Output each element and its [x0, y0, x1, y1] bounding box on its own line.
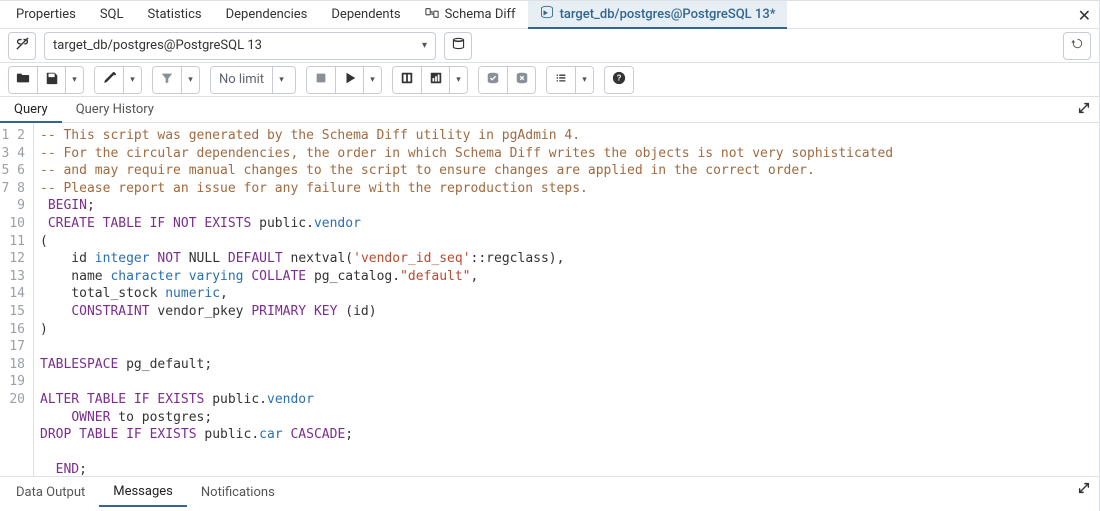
new-connection-button[interactable] — [444, 32, 472, 60]
edit-button[interactable] — [95, 67, 123, 93]
limit-label-area: No limit — [211, 67, 272, 93]
chevron-down-icon: ▾ — [188, 75, 193, 85]
explain-analyze-button[interactable] — [421, 67, 449, 93]
stop-button[interactable] — [307, 67, 335, 93]
expand-icon — [1077, 104, 1091, 119]
output-tabs: Data Output Messages Notifications — [0, 477, 1099, 507]
commit-button[interactable] — [479, 67, 507, 93]
folder-icon — [16, 71, 30, 89]
tab-label: target_db/postgres@PostgreSQL 13* — [560, 7, 776, 22]
tab-query-tool[interactable]: target_db/postgres@PostgreSQL 13* — [528, 1, 788, 29]
tab-label: Notifications — [201, 485, 275, 500]
sql-editor[interactable]: 1 2 3 4 5 6 7 8 9 10 11 12 13 14 15 16 1… — [0, 123, 1099, 477]
tab-label: Data Output — [16, 485, 85, 500]
execute-menu[interactable]: ▾ — [363, 67, 381, 93]
tx-group — [478, 66, 536, 94]
limit-dropdown[interactable]: No limit ▾ — [210, 66, 296, 94]
line-gutter: 1 2 3 4 5 6 7 8 9 10 11 12 13 14 15 16 1… — [0, 123, 34, 476]
connection-label: target_db/postgres@PostgreSQL 13 — [53, 38, 262, 53]
limit-label: No limit — [219, 72, 264, 87]
rollback-icon — [515, 71, 529, 89]
connection-dropdown[interactable]: target_db/postgres@PostgreSQL 13 ▾ — [44, 32, 436, 60]
edit-group: ▾ — [94, 66, 142, 94]
expand-editor-button[interactable] — [1077, 101, 1091, 119]
analyze-icon — [429, 71, 443, 89]
chevron-down-icon: ▾ — [456, 75, 461, 85]
macros-menu[interactable]: ▾ — [575, 67, 593, 93]
connection-status-button[interactable] — [8, 32, 36, 60]
editor-tabs: Query Query History — [0, 97, 1099, 123]
tab-label: Messages — [113, 484, 173, 499]
explain-menu[interactable]: ▾ — [449, 67, 467, 93]
chevron-down-icon: ▾ — [422, 40, 427, 51]
tab-label: Properties — [16, 7, 76, 22]
tab-statistics[interactable]: Statistics — [136, 1, 214, 28]
macros-button[interactable] — [547, 67, 575, 93]
expand-output-button[interactable] — [1077, 481, 1091, 499]
tab-messages[interactable]: Messages — [99, 477, 187, 507]
edit-menu[interactable]: ▾ — [123, 67, 141, 93]
rollback-button[interactable] — [507, 67, 535, 93]
save-file-button[interactable] — [37, 67, 65, 93]
tab-label: SQL — [100, 7, 124, 22]
file-group: ▾ — [8, 66, 84, 94]
pencil-icon — [102, 71, 116, 89]
close-icon: ✕ — [1078, 6, 1091, 25]
tab-label: Schema Diff — [445, 7, 516, 22]
explain-icon — [400, 71, 414, 89]
tab-label: Query History — [76, 102, 154, 117]
database-icon — [451, 36, 466, 55]
chevron-down-icon: ▾ — [72, 75, 77, 85]
expand-icon — [1077, 484, 1091, 499]
filter-menu[interactable]: ▾ — [181, 67, 199, 93]
list-icon — [554, 71, 568, 89]
tab-notifications[interactable]: Notifications — [187, 477, 289, 507]
tab-properties[interactable]: Properties — [4, 1, 88, 28]
tab-schema-diff[interactable]: Schema Diff — [413, 1, 528, 28]
tab-query[interactable]: Query — [0, 97, 62, 123]
tab-dependencies[interactable]: Dependencies — [214, 1, 320, 28]
macros-group: ▾ — [546, 66, 594, 94]
tab-data-output[interactable]: Data Output — [2, 477, 99, 507]
tab-dependents[interactable]: Dependents — [319, 1, 412, 28]
chevron-down-icon: ▾ — [130, 75, 135, 85]
reset-layout-button[interactable] — [1063, 32, 1091, 60]
code-area[interactable]: -- This script was generated by the Sche… — [34, 123, 893, 476]
help-icon — [612, 71, 626, 89]
schema-diff-icon — [425, 6, 439, 24]
tab-label: Dependencies — [226, 7, 308, 22]
tab-query-history[interactable]: Query History — [62, 97, 168, 123]
tab-sql[interactable]: SQL — [88, 1, 136, 28]
stop-icon — [314, 71, 328, 89]
commit-icon — [486, 71, 500, 89]
query-tool-icon — [540, 5, 554, 23]
save-file-menu[interactable]: ▾ — [65, 67, 83, 93]
help-group — [604, 66, 634, 94]
explain-group: ▾ — [392, 66, 468, 94]
close-tab-button[interactable]: ✕ — [1078, 1, 1091, 29]
play-icon — [343, 71, 357, 89]
filter-button[interactable] — [153, 67, 181, 93]
tab-label: Query — [14, 102, 48, 117]
filter-icon — [160, 71, 174, 89]
top-tabs: Properties SQL Statistics Dependencies D… — [0, 1, 1099, 29]
explain-button[interactable] — [393, 67, 421, 93]
chevron-down-icon: ▾ — [370, 75, 375, 85]
chevron-down-icon: ▾ — [279, 75, 284, 85]
unlink-icon — [15, 36, 30, 55]
tab-label: Statistics — [148, 7, 202, 22]
filter-group: ▾ — [152, 66, 200, 94]
limit-caret: ▾ — [272, 67, 290, 93]
run-group: ▾ — [306, 66, 382, 94]
open-file-button[interactable] — [9, 67, 37, 93]
save-icon — [45, 71, 59, 89]
query-toolbar: ▾ ▾ ▾ No limit ▾ ▾ ▾ ▾ — [0, 63, 1099, 97]
chevron-down-icon: ▾ — [582, 75, 587, 85]
tab-label: Dependents — [331, 7, 400, 22]
help-button[interactable] — [605, 67, 633, 93]
connection-bar: target_db/postgres@PostgreSQL 13 ▾ — [0, 29, 1099, 63]
execute-button[interactable] — [335, 67, 363, 93]
reset-icon — [1070, 36, 1085, 55]
